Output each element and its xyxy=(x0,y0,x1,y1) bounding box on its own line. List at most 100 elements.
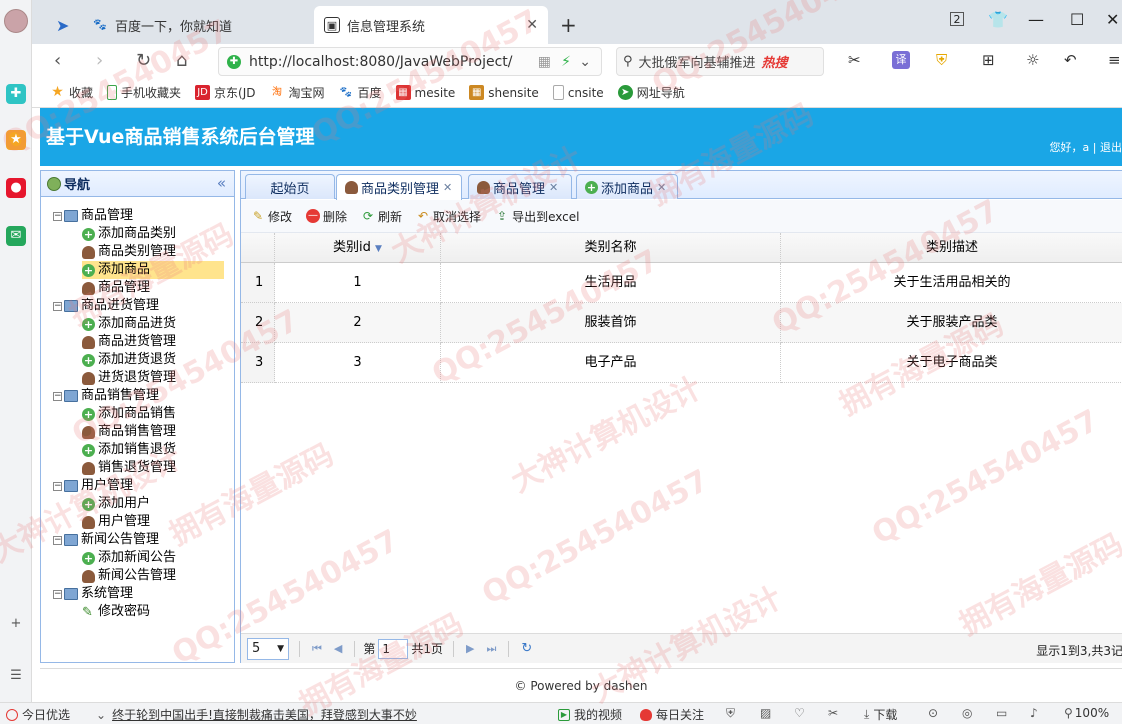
nav-item[interactable]: 进货退货管理 xyxy=(82,369,176,387)
bookmark-item[interactable]: 淘淘宝网 xyxy=(270,84,325,101)
close-icon[interactable]: ✕ xyxy=(657,181,666,194)
nav-group[interactable]: − 新闻公告管理 xyxy=(53,531,159,549)
refresh-button[interactable]: ⟳ 刷新 xyxy=(361,208,402,225)
delete-button[interactable]: — 删除 xyxy=(306,208,347,225)
more-menu-icon[interactable]: ≡ xyxy=(1108,51,1121,69)
speaker-icon[interactable]: ⊙ xyxy=(928,706,938,720)
window-icon[interactable]: ▭ xyxy=(996,706,1007,720)
new-tab-button[interactable]: + xyxy=(550,6,580,44)
apps-grid-icon[interactable]: ⊞ xyxy=(982,51,995,69)
nav-group[interactable]: − 商品进货管理 xyxy=(53,297,159,315)
health-icon[interactable]: ✚ xyxy=(6,84,26,104)
nav-group[interactable]: − 商品销售管理 xyxy=(53,387,159,405)
nav-item[interactable]: 用户管理 xyxy=(82,513,150,531)
bookmark-item[interactable]: ▦ mesite xyxy=(395,85,455,100)
nav-item[interactable]: 商品类别管理 xyxy=(82,243,176,261)
prev-page-icon[interactable]: ◀ xyxy=(334,642,342,655)
avatar[interactable] xyxy=(4,9,28,33)
bookmark-item[interactable]: cnsite xyxy=(552,85,604,100)
chevron-down-icon[interactable]: ⌄ xyxy=(579,54,591,70)
unselect-button[interactable]: ↶ 取消选择 xyxy=(416,208,481,225)
image-icon[interactable]: ▨ xyxy=(760,706,771,720)
shield-icon[interactable]: ⛨ xyxy=(726,706,735,721)
reload-icon[interactable]: ↻ xyxy=(136,50,151,71)
column-header-id[interactable]: 类别id ▼ xyxy=(275,233,441,263)
tab-add-product[interactable]: + 添加商品 ✕ xyxy=(576,174,678,199)
nav-item[interactable]: 商品进货管理 xyxy=(82,333,176,351)
tab-count-badge[interactable]: 2 xyxy=(950,12,964,26)
close-icon[interactable]: ✕ xyxy=(526,17,538,33)
today-picks[interactable]: 今日优选 xyxy=(6,706,70,723)
nav-item[interactable]: + 添加进货退货 xyxy=(82,351,176,369)
undo-icon[interactable]: ↶ xyxy=(1064,51,1077,69)
search-input[interactable]: ⚲ 大批俄军向基辅推进 热搜 xyxy=(616,47,824,76)
nav-item[interactable]: + 添加商品 xyxy=(82,261,224,279)
my-video[interactable]: ▶ 我的视频 xyxy=(558,706,622,723)
collapse-toggle-icon[interactable]: − xyxy=(53,481,62,491)
daily-follow[interactable]: 每日关注 xyxy=(640,706,704,723)
download[interactable]: ⤓ 下载 xyxy=(864,706,897,723)
shirt-icon[interactable]: 👕 xyxy=(988,10,1008,29)
bookmark-item[interactable]: ➤ 网址导航 xyxy=(617,84,685,101)
next-page-icon[interactable]: ▶ xyxy=(466,642,474,655)
brightness-icon[interactable]: ☼ xyxy=(1026,51,1039,69)
last-page-icon[interactable]: ⏭ xyxy=(487,642,497,656)
nav-item[interactable]: + 添加销售退货 xyxy=(82,441,176,459)
tab-product-management[interactable]: 商品管理 ✕ xyxy=(468,174,572,199)
collapse-toggle-icon[interactable]: − xyxy=(53,391,62,401)
nav-item[interactable]: 商品管理 xyxy=(82,279,150,297)
reload-icon[interactable]: ↻ xyxy=(521,641,532,656)
scissors-icon[interactable]: ✂ xyxy=(848,51,861,69)
mail-icon[interactable]: ✉ xyxy=(6,226,26,246)
page-size-select[interactable]: 5 ▼ xyxy=(247,637,289,660)
nav-item[interactable]: 商品销售管理 xyxy=(82,423,176,441)
collapse-icon[interactable]: « xyxy=(217,174,226,192)
weibo-icon[interactable]: ● xyxy=(6,178,26,198)
nav-item[interactable]: 新闻公告管理 xyxy=(82,567,176,585)
export-excel-button[interactable]: ⇪ 导出到excel xyxy=(495,208,579,225)
edit-button[interactable]: ✎ 修改 xyxy=(251,208,292,225)
user-bar[interactable]: 您好，a | 退出 xyxy=(1050,139,1122,155)
page-number-input[interactable]: 1 xyxy=(378,638,409,659)
bookmark-item[interactable]: 🐾 百度 xyxy=(339,84,382,101)
qr-icon[interactable]: ▦ xyxy=(538,54,551,70)
bookmark-item[interactable]: 手机收藏夹 xyxy=(107,84,181,101)
tab-baidu[interactable]: 🐾 百度一下，你就知道 xyxy=(82,6,312,44)
nav-item[interactable]: + 添加商品销售 xyxy=(82,405,176,423)
nav-item[interactable]: + 添加新闻公告 xyxy=(82,549,176,567)
nav-group[interactable]: − 用户管理 xyxy=(53,477,133,495)
nav-item[interactable]: 销售退货管理 xyxy=(82,459,176,477)
collapse-toggle-icon[interactable]: − xyxy=(53,589,62,599)
add-icon[interactable]: + xyxy=(6,614,26,634)
close-icon[interactable]: ✕ xyxy=(443,181,452,194)
volume-icon[interactable]: ♪ xyxy=(1030,706,1038,720)
tab-info-system[interactable]: ▣ 信息管理系统 ✕ xyxy=(314,6,548,44)
bolt-icon[interactable]: ⚡ xyxy=(561,54,571,70)
scissors-icon[interactable]: ✂ xyxy=(828,706,838,720)
close-window-icon[interactable]: ✕ xyxy=(1106,10,1119,29)
column-header-desc[interactable]: 类别描述 xyxy=(781,233,1122,263)
collapse-toggle-icon[interactable]: − xyxy=(53,211,62,221)
column-header-name[interactable]: 类别名称 xyxy=(441,233,781,263)
nav-item[interactable]: + 添加用户 xyxy=(82,495,150,513)
bookmark-item[interactable]: ★ 收藏 xyxy=(50,84,93,101)
tab-home[interactable]: 起始页 xyxy=(245,174,335,199)
maximize-icon[interactable]: ☐ xyxy=(1070,10,1084,29)
tab-category-management[interactable]: 商品类别管理 ✕ xyxy=(336,174,462,200)
translate-icon[interactable]: 译 xyxy=(892,51,910,69)
browser-icon[interactable]: ◎ xyxy=(962,706,972,720)
back-icon[interactable]: ‹ xyxy=(54,50,61,71)
star-icon[interactable]: ★ xyxy=(6,130,26,150)
nav-item[interactable]: ✎ 修改密码 xyxy=(82,603,150,621)
close-icon[interactable]: ✕ xyxy=(549,181,558,194)
collapse-toggle-icon[interactable]: − xyxy=(53,301,62,311)
collapse-toggle-icon[interactable]: − xyxy=(53,535,62,545)
nav-group[interactable]: − 商品管理 xyxy=(53,207,133,225)
shield-icon[interactable]: ⛨ xyxy=(936,51,947,69)
zoom-level[interactable]: ⚲ 100% xyxy=(1064,706,1109,720)
navigate-icon[interactable]: ➤ xyxy=(46,6,82,44)
nav-item[interactable]: + 添加商品进货 xyxy=(82,315,176,333)
menu-icon[interactable]: ☰ xyxy=(6,666,26,686)
first-page-icon[interactable]: ⏮ xyxy=(312,642,322,656)
bookmark-item[interactable]: JD 京东(JD xyxy=(195,84,256,101)
